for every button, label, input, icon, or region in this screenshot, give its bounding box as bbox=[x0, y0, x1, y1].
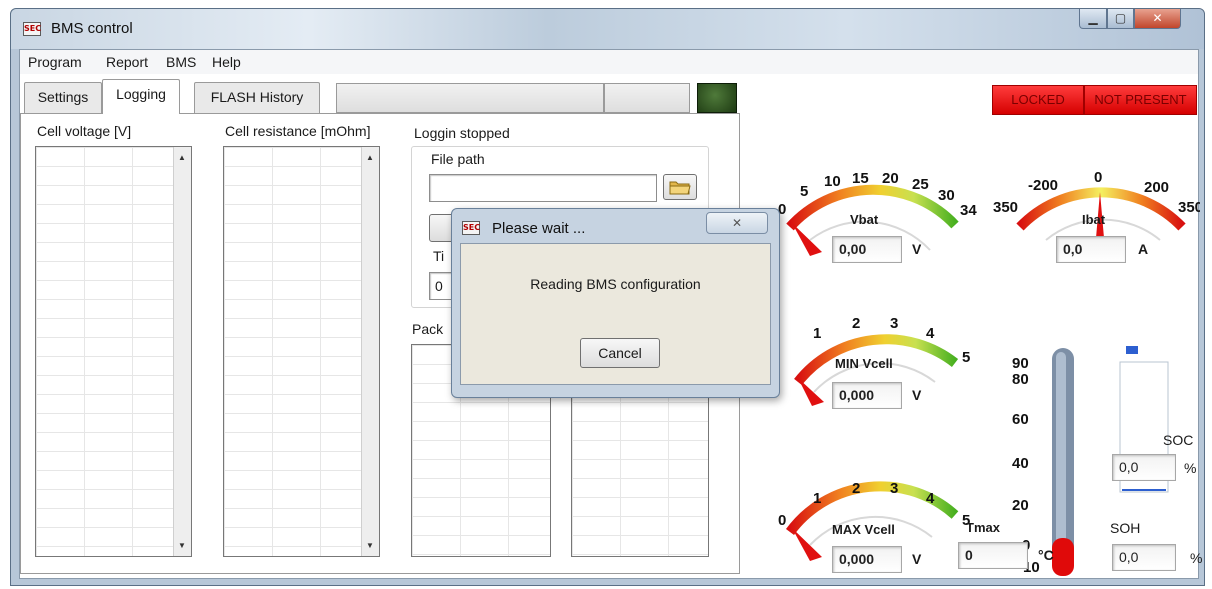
vbat-tick: 25 bbox=[912, 176, 929, 193]
browse-folder-button[interactable] bbox=[663, 174, 697, 200]
vbat-value: 0,00 bbox=[832, 236, 902, 263]
dialog-title: Please wait ... bbox=[492, 220, 586, 237]
soh-unit: % bbox=[1190, 550, 1203, 566]
soc-value: 0,0 bbox=[1112, 454, 1176, 481]
vbat-tick: 20 bbox=[882, 170, 899, 187]
soc-label: SOC bbox=[1163, 432, 1194, 448]
soh-value: 0,0 bbox=[1112, 544, 1176, 571]
vbat-label: Vbat bbox=[850, 212, 879, 227]
gauges-area: 0 5 10 15 20 25 30 34 350 -200 0 200 350 bbox=[778, 169, 1200, 576]
scroll-up-icon[interactable]: ▲ bbox=[366, 153, 374, 162]
title-bar[interactable]: SEC BMS control ▁ ▢ ✕ bbox=[11, 9, 1204, 49]
file-path-label: File path bbox=[431, 151, 485, 167]
min-vcell-value: 0,000 bbox=[832, 382, 902, 409]
status-led bbox=[697, 83, 737, 113]
max-vcell-tick: 4 bbox=[926, 490, 935, 507]
tab-settings[interactable]: Settings bbox=[24, 82, 102, 113]
status-field bbox=[336, 83, 604, 113]
pack-label: Pack bbox=[412, 321, 444, 337]
tmax-value: 0 bbox=[958, 542, 1028, 569]
max-vcell-tick: 3 bbox=[890, 480, 898, 497]
vbat-tick: 15 bbox=[852, 170, 869, 187]
cell-voltage-scrollbar[interactable]: ▲ ▼ bbox=[173, 147, 191, 556]
cancel-button[interactable]: Cancel bbox=[580, 338, 660, 368]
tmax-label: Tmax bbox=[966, 520, 1000, 535]
tmax-unit: °C bbox=[1038, 547, 1054, 563]
thermo-tick: 20 bbox=[1012, 497, 1029, 514]
vbat-tick: 34 bbox=[960, 202, 977, 219]
min-vcell-tick: 4 bbox=[926, 325, 935, 342]
locked-indicator: LOCKED bbox=[992, 85, 1084, 115]
max-vcell-tick: 0 bbox=[778, 512, 786, 529]
ibat-tick: 200 bbox=[1144, 179, 1169, 196]
ibat-tick: 350 bbox=[1178, 199, 1200, 216]
cell-voltage-label: Cell voltage [V] bbox=[37, 123, 132, 139]
window-title: BMS control bbox=[51, 20, 133, 37]
max-vcell-tick: 2 bbox=[852, 480, 860, 497]
ibat-label: Ibat bbox=[1082, 212, 1106, 227]
tab-flash-history[interactable]: FLASH History bbox=[194, 82, 320, 113]
menu-bar: Program Report BMS Help bbox=[20, 50, 1198, 74]
menu-report[interactable]: Report bbox=[106, 54, 148, 70]
vbat-tick: 10 bbox=[824, 173, 841, 190]
thermo-tick: 60 bbox=[1012, 411, 1029, 428]
folder-icon bbox=[669, 181, 691, 195]
scroll-up-icon[interactable]: ▲ bbox=[178, 153, 186, 162]
ibat-value: 0,0 bbox=[1056, 236, 1126, 263]
min-vcell-label: MIN Vcell bbox=[835, 356, 893, 371]
cell-resistance-list[interactable]: ▲ ▼ bbox=[223, 146, 380, 557]
vbat-tick: 30 bbox=[938, 187, 955, 204]
dialog-body: Reading BMS configuration Cancel bbox=[460, 243, 771, 385]
max-vcell-tick: 1 bbox=[813, 490, 821, 507]
min-vcell-unit: V bbox=[912, 387, 922, 403]
app-icon: SEC bbox=[23, 22, 41, 36]
thermo-tick: 40 bbox=[1012, 455, 1029, 472]
ibat-gauge: 350 -200 0 200 350 bbox=[993, 169, 1200, 241]
vbat-unit: V bbox=[912, 241, 922, 257]
maximize-button[interactable]: ▢ bbox=[1107, 9, 1134, 29]
status-field-2 bbox=[604, 83, 690, 113]
window-close-button[interactable]: ✕ bbox=[1134, 9, 1181, 29]
soc-unit: % bbox=[1184, 460, 1197, 476]
menu-help[interactable]: Help bbox=[212, 54, 241, 70]
cell-resistance-scrollbar[interactable]: ▲ ▼ bbox=[361, 147, 379, 556]
menu-bms[interactable]: BMS bbox=[166, 54, 196, 70]
file-path-input[interactable] bbox=[429, 174, 657, 202]
max-vcell-value: 0,000 bbox=[832, 546, 902, 573]
dialog-message: Reading BMS configuration bbox=[530, 276, 701, 292]
ibat-tick: 350 bbox=[993, 199, 1018, 216]
interval-label: Ti bbox=[433, 248, 445, 264]
not-present-indicator: NOT PRESENT bbox=[1084, 85, 1197, 115]
min-vcell-tick: 3 bbox=[890, 315, 898, 332]
minimize-button[interactable]: ▁ bbox=[1079, 9, 1107, 29]
logging-status-text: Loggin stopped bbox=[414, 125, 510, 141]
tab-logging[interactable]: Logging bbox=[102, 79, 180, 114]
scroll-down-icon[interactable]: ▼ bbox=[178, 541, 186, 550]
ibat-tick: 0 bbox=[1094, 169, 1102, 186]
please-wait-dialog: SEC Please wait ... ✕ Reading BMS config… bbox=[451, 208, 780, 398]
max-vcell-needle bbox=[792, 528, 822, 561]
thermo-tick: 80 bbox=[1012, 371, 1029, 388]
ibat-tick: -200 bbox=[1028, 177, 1058, 194]
ibat-unit: A bbox=[1138, 241, 1149, 257]
cell-resistance-label: Cell resistance [mOhm] bbox=[225, 123, 371, 139]
menu-program[interactable]: Program bbox=[28, 54, 82, 70]
min-vcell-tick: 5 bbox=[962, 349, 970, 366]
dialog-close-button[interactable]: ✕ bbox=[706, 212, 768, 234]
vbat-tick: 5 bbox=[800, 183, 808, 200]
max-vcell-unit: V bbox=[912, 551, 922, 567]
min-vcell-tick: 2 bbox=[852, 315, 860, 332]
vbat-needle bbox=[792, 223, 822, 256]
soh-label: SOH bbox=[1110, 520, 1141, 536]
cell-voltage-list[interactable]: ▲ ▼ bbox=[35, 146, 192, 557]
thermo-tick: 90 bbox=[1012, 355, 1029, 372]
dialog-app-icon: SEC bbox=[462, 221, 480, 235]
min-vcell-needle bbox=[798, 378, 824, 406]
max-vcell-label: MAX Vcell bbox=[832, 522, 895, 537]
scroll-down-icon[interactable]: ▼ bbox=[366, 541, 374, 550]
min-vcell-tick: 1 bbox=[813, 325, 821, 342]
